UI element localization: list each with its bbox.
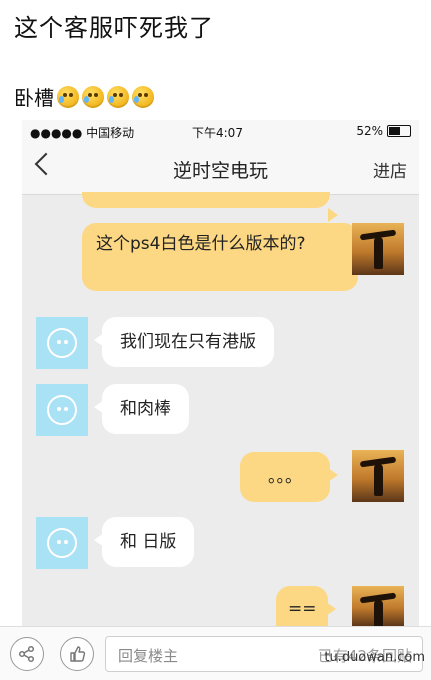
crying-emoji-icon xyxy=(82,85,104,108)
status-bar: ●●●●● 中国移动 下午4:07 52% xyxy=(22,120,419,142)
message-bubble-me: 。。。 xyxy=(240,452,338,502)
agent-avatar xyxy=(36,517,88,569)
post-title: 这个客服吓死我了 xyxy=(14,14,214,42)
message-bubble-me: 这个ps4白色是什么版本的? xyxy=(82,223,366,291)
message-bubble-me: == xyxy=(276,586,336,626)
share-icon xyxy=(18,645,35,663)
my-avatar xyxy=(352,450,404,502)
battery-icon xyxy=(387,125,411,137)
crying-emoji-icon xyxy=(57,85,79,108)
message-text: 。。。 xyxy=(268,467,302,487)
message-bubble-them: 和肉棒 xyxy=(94,384,189,434)
message-text: 我们现在只有港版 xyxy=(120,332,256,352)
crying-emoji-icon xyxy=(107,85,129,108)
chat-nav-bar: 逆时空电玩 进店 xyxy=(22,142,419,195)
message-text: 这个ps4白色是什么版本的? xyxy=(96,234,306,254)
enter-store-button[interactable]: 进店 xyxy=(373,157,407,182)
previous-message-bubble xyxy=(82,192,338,222)
chat-screenshot: ●●●●● 中国移动 下午4:07 52% 逆时空电玩 进店 这个ps4白色是什… xyxy=(22,120,419,626)
agent-avatar xyxy=(36,317,88,369)
crying-emoji-icon xyxy=(132,85,154,108)
battery-percent: 52% xyxy=(356,124,383,138)
share-button[interactable] xyxy=(10,637,44,671)
like-button[interactable] xyxy=(60,637,94,671)
my-avatar xyxy=(352,586,404,626)
carrier-label: ●●●●● 中国移动 xyxy=(30,126,135,140)
my-avatar xyxy=(352,223,404,275)
status-time: 下午4:07 xyxy=(192,126,243,140)
thumbs-up-icon xyxy=(70,646,86,662)
watermark: tu.duowan.com xyxy=(324,650,425,665)
chat-title: 逆时空电玩 xyxy=(172,160,268,182)
message-bubble-them: 和 日版 xyxy=(93,517,195,567)
reply-placeholder: 回复楼主 xyxy=(118,647,179,665)
message-text: 和 日版 xyxy=(120,532,177,552)
message-text: 和肉棒 xyxy=(120,399,171,419)
message-text: == xyxy=(288,599,317,619)
agent-avatar xyxy=(36,384,88,436)
message-bubble-them: 我们现在只有港版 xyxy=(94,317,274,367)
comment-text: 卧槽 xyxy=(14,86,54,110)
post-comment: 卧槽 xyxy=(14,82,154,111)
